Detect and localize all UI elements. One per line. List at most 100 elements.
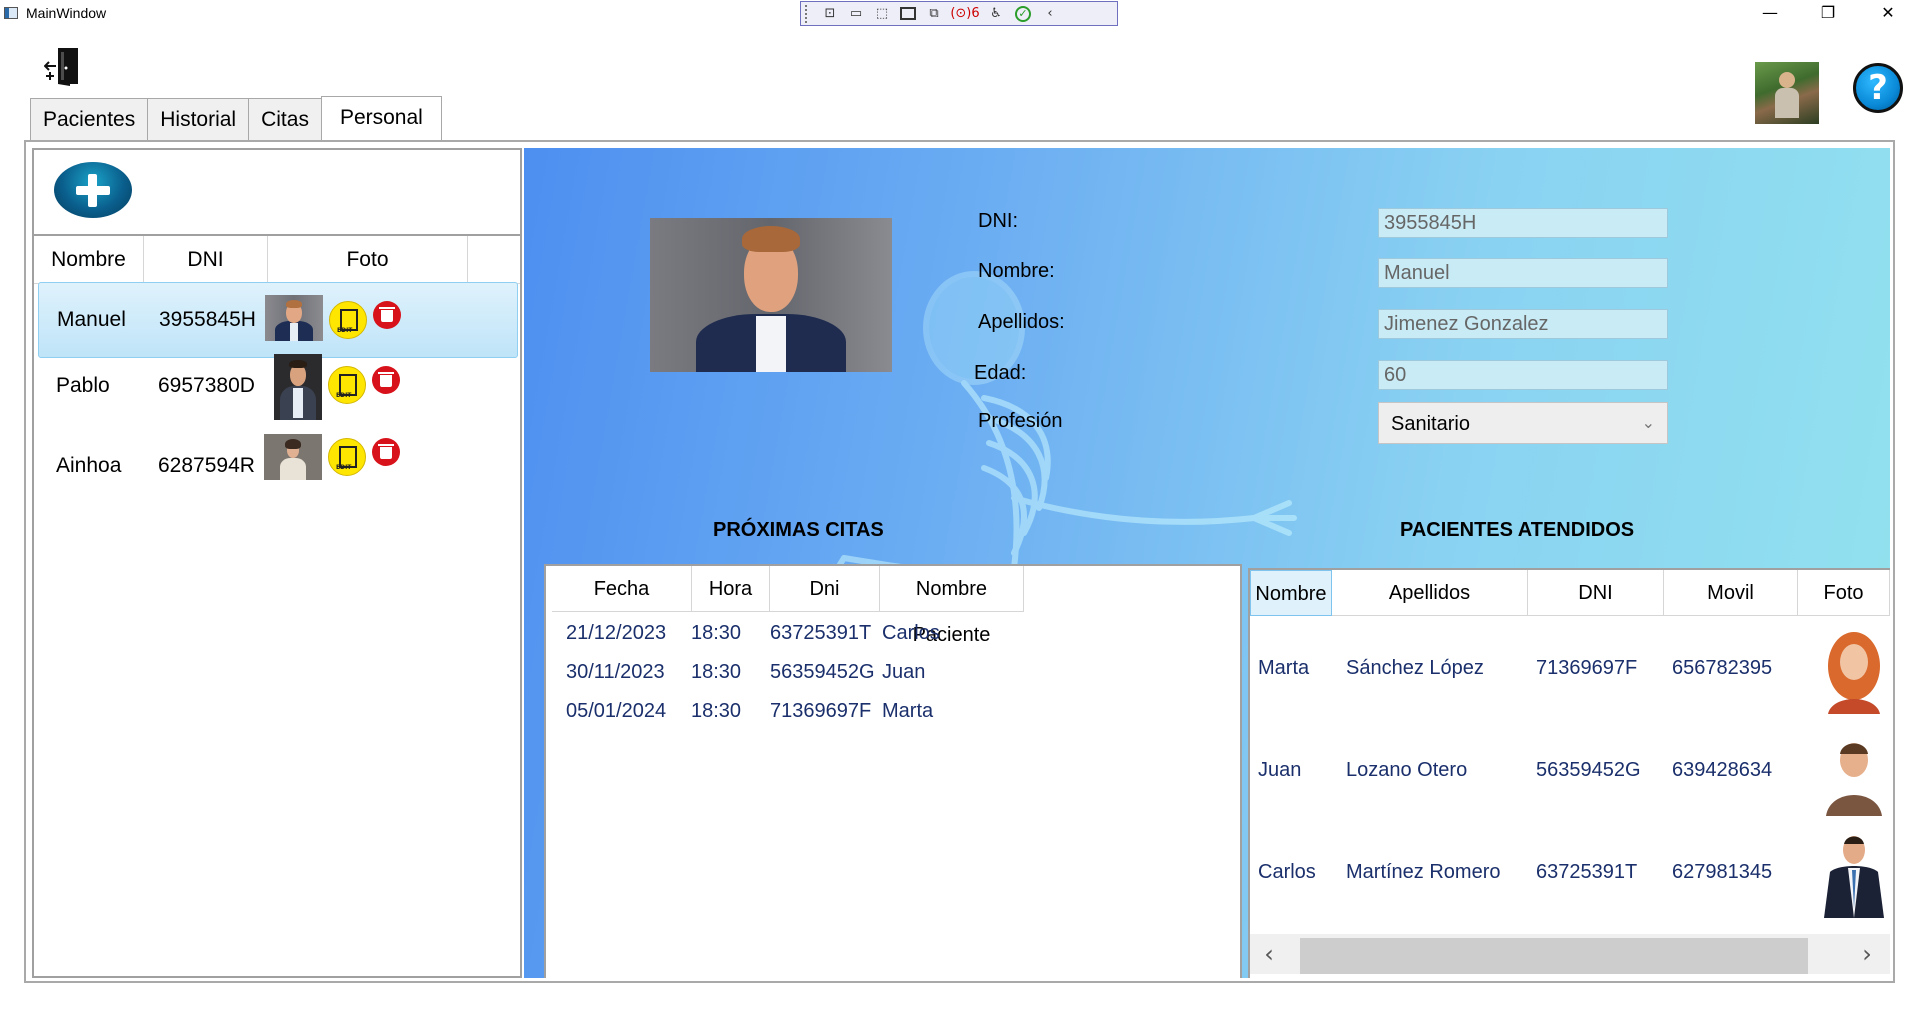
edad-field[interactable]: 60 — [1378, 360, 1668, 390]
column-header-foto[interactable]: Foto — [1798, 570, 1890, 616]
tab-citas[interactable]: Citas — [248, 98, 322, 140]
paciente-photo — [1818, 726, 1890, 816]
edit-icon[interactable] — [328, 366, 366, 404]
check-icon[interactable]: ✓ — [1015, 5, 1031, 22]
toolbar-grip[interactable] — [805, 4, 811, 23]
proximas-citas-title: PRÓXIMAS CITAS — [713, 519, 884, 541]
citas-table-header: Fecha Hora Dni Nombre Paciente — [552, 566, 1024, 646]
table-row[interactable]: Juan Lozano Otero 56359452G 639428634 — [1250, 720, 1890, 820]
tab-pacientes[interactable]: Pacientes — [30, 98, 149, 140]
help-button[interactable]: ? — [1853, 63, 1903, 113]
paciente-dni: 71369697F — [1536, 657, 1638, 679]
paciente-photo — [1818, 828, 1890, 918]
tab-personal[interactable]: Personal — [320, 96, 442, 140]
live-tree-icon[interactable]: ⊡ — [817, 4, 843, 24]
record-icon[interactable]: ▭ — [843, 4, 869, 24]
staff-photo — [265, 295, 323, 341]
pacientes-atendidos-table: Nombre Apellidos DNI Movil Foto Marta Sá… — [1248, 568, 1890, 978]
profesion-selected-value: Sanitario — [1391, 413, 1470, 435]
horizontal-scrollbar[interactable]: ‹ › — [1250, 934, 1890, 974]
nombre-field[interactable]: Manuel — [1378, 258, 1668, 288]
column-header-movil[interactable]: Movil — [1664, 570, 1798, 616]
collapse-toolbar-icon[interactable]: ‹ — [1037, 4, 1063, 24]
paciente-photo — [1818, 624, 1890, 714]
profesion-label: Profesión — [978, 410, 1063, 432]
scroll-thumb[interactable] — [1300, 938, 1808, 974]
binding-errors-badge[interactable]: (⊙)6 — [947, 6, 983, 21]
column-header-dni[interactable]: Dni — [770, 566, 880, 612]
profesion-select[interactable]: Sanitario ⌄ — [1378, 402, 1668, 444]
delete-icon[interactable] — [373, 301, 401, 329]
staff-row[interactable]: Ainhoa 6287594R — [38, 428, 518, 504]
cita-fecha: 21/12/2023 — [566, 622, 667, 644]
profile-photo[interactable] — [650, 218, 892, 372]
apellidos-field[interactable]: Jimenez Gonzalez — [1378, 309, 1668, 339]
staff-name: Ainhoa — [56, 454, 122, 477]
column-header-nombre[interactable]: Nombre — [34, 236, 144, 284]
staff-photo — [274, 354, 322, 420]
cita-nombre: Marta — [882, 700, 934, 722]
column-header-dni[interactable]: DNI — [1528, 570, 1664, 616]
accessibility-icon[interactable]: ♿ — [983, 4, 1009, 24]
scroll-left-icon[interactable]: ‹ — [1254, 940, 1284, 968]
cita-hora: 18:30 — [691, 622, 742, 644]
staff-detail-panel: DNI: 3955845H Nombre: Manuel Apellidos: … — [524, 148, 1890, 978]
tab-historial[interactable]: Historial — [147, 98, 250, 140]
table-row[interactable]: Carlos Martínez Romero 63725391T 6279813… — [1250, 822, 1890, 922]
cita-dni: 71369697F — [770, 700, 872, 722]
dni-field[interactable]: 3955845H — [1378, 208, 1668, 238]
cita-fecha: 30/11/2023 — [566, 661, 665, 683]
table-row[interactable]: 30/11/2023 18:30 56359452G Juan — [552, 653, 1018, 691]
column-header-foto[interactable]: Foto — [268, 236, 468, 284]
staff-list-panel: Nombre DNI Foto Manuel 3955845H Pablo 69… — [32, 148, 522, 978]
staff-dni: 6957380D — [158, 374, 255, 397]
column-header-nombre[interactable]: Nombre — [1250, 570, 1332, 616]
table-row[interactable]: 21/12/2023 18:30 63725391T Carlos — [552, 614, 1018, 652]
staff-name: Manuel — [57, 308, 126, 331]
column-header-dni[interactable]: DNI — [144, 236, 268, 284]
select-element-icon[interactable]: ⬚ — [869, 4, 895, 24]
main-tabs: Pacientes Historial Citas Personal — [30, 96, 442, 140]
cita-nombre: Juan — [882, 661, 926, 683]
cita-dni: 63725391T — [770, 622, 872, 644]
table-row[interactable]: 05/01/2024 18:30 71369697F Marta — [552, 692, 1018, 730]
user-avatar[interactable] — [1755, 62, 1819, 124]
track-focus-icon[interactable]: ⧉ — [921, 4, 947, 24]
paciente-dni: 63725391T — [1536, 861, 1638, 883]
paciente-movil: 656782395 — [1672, 657, 1773, 679]
debug-toolbar: ⊡ ▭ ⬚ ⧉ (⊙)6 ♿ ✓ ‹ — [800, 1, 1118, 26]
nombre-label: Nombre: — [978, 260, 1055, 282]
paciente-nombre: Carlos — [1258, 861, 1316, 883]
staff-row[interactable]: Pablo 6957380D — [38, 348, 518, 424]
delete-icon[interactable] — [372, 438, 400, 466]
table-row[interactable]: Marta Sánchez López 71369697F 656782395 — [1250, 618, 1890, 718]
staff-list-header: Nombre DNI Foto — [34, 236, 520, 284]
column-header-nombre-paciente[interactable]: Nombre Paciente — [880, 566, 1024, 646]
staff-photo — [264, 434, 322, 480]
minimize-button[interactable]: — — [1750, 3, 1790, 25]
pacientes-table-header: Nombre Apellidos DNI Movil Foto — [1250, 570, 1890, 616]
paciente-nombre: Juan — [1258, 759, 1302, 781]
edit-icon[interactable] — [329, 301, 367, 339]
window-title: MainWindow — [26, 5, 107, 21]
cita-dni: 56359452G — [770, 661, 875, 683]
restore-button[interactable]: ❐ — [1808, 3, 1848, 25]
layout-adorner-icon[interactable] — [895, 4, 921, 24]
cita-nombre: Carlos — [882, 622, 940, 644]
column-header-hora[interactable]: Hora — [692, 566, 770, 612]
staff-row[interactable]: Manuel 3955845H — [38, 282, 518, 358]
delete-icon[interactable] — [372, 366, 400, 394]
scroll-right-icon[interactable]: › — [1852, 940, 1882, 968]
paciente-apellidos: Lozano Otero — [1346, 759, 1468, 781]
app-window-icon — [4, 7, 18, 19]
paciente-nombre: Marta — [1258, 657, 1310, 679]
add-staff-button[interactable] — [54, 162, 132, 218]
column-header-fecha[interactable]: Fecha — [552, 566, 692, 612]
column-header-apellidos[interactable]: Apellidos — [1332, 570, 1528, 616]
exit-door-icon[interactable] — [44, 46, 80, 86]
paciente-dni: 56359452G — [1536, 759, 1641, 781]
paciente-movil: 627981345 — [1672, 861, 1773, 883]
title-bar: MainWindow ⊡ ▭ ⬚ ⧉ (⊙)6 ♿ ✓ ‹ — ❐ ✕ — [0, 0, 1918, 28]
edit-icon[interactable] — [328, 438, 366, 476]
close-button[interactable]: ✕ — [1868, 3, 1908, 25]
